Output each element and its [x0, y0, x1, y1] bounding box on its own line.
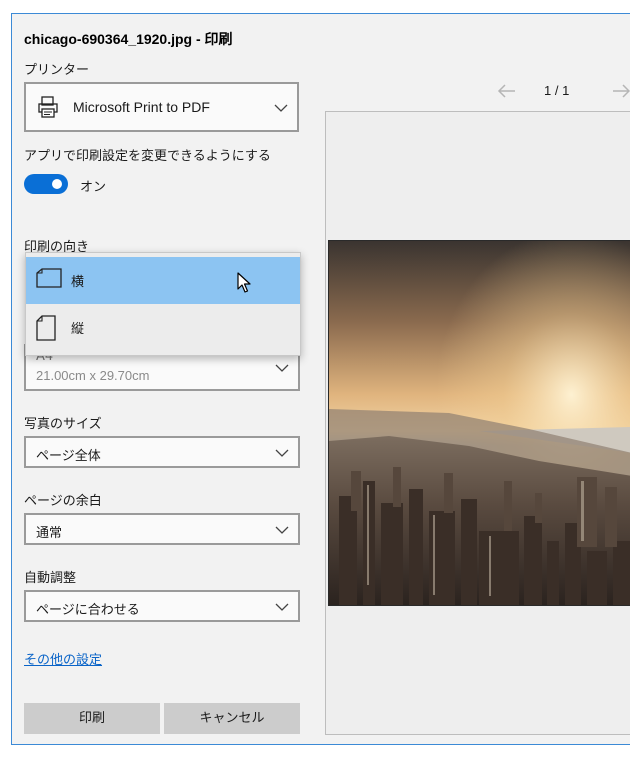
chevron-down-icon — [275, 364, 289, 372]
orientation-option-label: 縦 — [71, 322, 85, 337]
app-settings-toggle[interactable] — [24, 174, 68, 194]
orientation-dropdown: 横 縦 — [25, 252, 301, 356]
chevron-down-icon — [274, 104, 288, 112]
print-button[interactable]: 印刷 — [24, 703, 160, 734]
orientation-option-label: 横 — [71, 275, 85, 290]
printer-select[interactable]: Microsoft Print to PDF — [24, 82, 299, 132]
more-settings-link[interactable]: その他の設定 — [24, 649, 102, 668]
toggle-knob — [52, 179, 62, 189]
margins-value: 通常 — [36, 526, 63, 541]
photo-size-select[interactable]: ページ全体 — [24, 436, 300, 468]
previous-page-button[interactable] — [497, 83, 517, 99]
paper-dimensions: 21.00cm x 29.70cm — [36, 368, 150, 383]
auto-fit-label: 自動調整 — [24, 571, 77, 586]
window-title: chicago-690364_1920.jpg - 印刷 — [24, 31, 233, 47]
print-dialog: chicago-690364_1920.jpg - 印刷 プリンター Micro… — [11, 13, 630, 745]
orientation-option-portrait[interactable]: 縦 — [26, 304, 300, 351]
page-indicator: 1 / 1 — [544, 83, 570, 98]
next-page-button[interactable] — [611, 83, 630, 99]
cancel-button[interactable]: キャンセル — [164, 703, 300, 734]
margins-label: ページの余白 — [24, 494, 102, 509]
mouse-cursor-icon — [237, 272, 251, 293]
toggle-state-text: オン — [80, 180, 107, 195]
photo-size-value: ページ全体 — [36, 449, 101, 464]
printer-icon — [38, 96, 58, 118]
preview-photo — [328, 240, 630, 606]
auto-fit-select[interactable]: ページに合わせる — [24, 590, 300, 622]
city-skyline-image — [329, 241, 630, 605]
landscape-page-icon — [36, 268, 62, 288]
chevron-down-icon — [275, 603, 289, 611]
photo-size-label: 写真のサイズ — [24, 417, 102, 432]
chevron-down-icon — [275, 526, 289, 534]
printer-name: Microsoft Print to PDF — [73, 99, 210, 115]
margins-select[interactable]: 通常 — [24, 513, 300, 545]
chevron-down-icon — [275, 449, 289, 457]
portrait-page-icon — [36, 315, 56, 341]
app-settings-label: アプリで印刷設定を変更できるようにする — [24, 149, 271, 164]
printer-label: プリンター — [24, 63, 90, 78]
auto-fit-value: ページに合わせる — [36, 603, 140, 618]
orientation-option-landscape[interactable]: 横 — [26, 257, 300, 304]
